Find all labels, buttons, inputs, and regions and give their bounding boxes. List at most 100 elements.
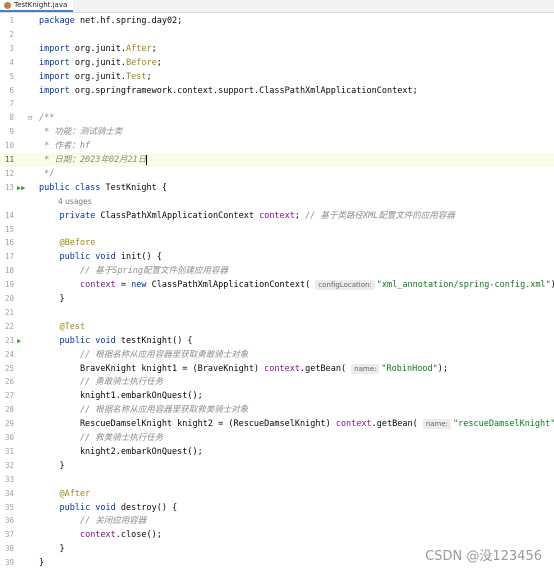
- line-number: 10: [4, 141, 14, 151]
- usages-hint[interactable]: 4 usages: [58, 195, 92, 209]
- code-line[interactable]: 31 knight2.embarkOnQuest();: [0, 445, 554, 459]
- code-text: knight2.embarkOnQuest();: [39, 446, 203, 457]
- line-number: 32: [4, 460, 14, 470]
- code-line[interactable]: 34 @After: [0, 487, 554, 501]
- line-number: 18: [4, 266, 14, 276]
- code-line[interactable]: 18 // 基于Spring配置文件创建应用容器: [0, 264, 554, 278]
- line-number: 33: [4, 474, 14, 484]
- line-number: 25: [4, 363, 14, 373]
- line-number: 39: [4, 558, 14, 568]
- tab-testknight-java[interactable]: TestKnight.java: [0, 0, 74, 12]
- code-line[interactable]: 4 import org.junit.Before;: [0, 56, 554, 70]
- code-line[interactable]: 7: [0, 97, 554, 111]
- line-number: 23: [4, 335, 14, 345]
- code-line[interactable]: 16 @Before: [0, 236, 554, 250]
- line-number: 16: [4, 238, 14, 248]
- code-line[interactable]: 4 usages: [0, 195, 554, 209]
- line-number: 13: [4, 182, 14, 192]
- code-text: context = new ClassPathXmlApplicationCon…: [79, 280, 554, 291]
- line-number: 6: [9, 85, 14, 95]
- code-line[interactable]: 36 // 关闭应用容器: [0, 514, 554, 528]
- code-line[interactable]: 9 * 功能：测试骑士类: [0, 125, 554, 139]
- code-line[interactable]: 22 @Test: [0, 320, 554, 334]
- code-line[interactable]: 14 private ClassPathXmlApplicationContex…: [0, 209, 554, 223]
- run-test-icon[interactable]: ▶: [17, 334, 21, 348]
- line-number: 21: [4, 307, 14, 317]
- code-line[interactable]: 27 knight1.embarkOnQuest();: [0, 389, 554, 403]
- code-line[interactable]: 1 package net.hf.spring.day02;: [0, 14, 554, 28]
- code-text: RescueDamselKnight knight2 = (RescueDams…: [39, 419, 554, 430]
- code-line[interactable]: 6 import org.springframework.context.supp…: [0, 84, 554, 98]
- java-class-icon: [4, 1, 11, 9]
- line-number: 28: [4, 405, 14, 415]
- code-text: // 救美骑士执行任务: [79, 433, 164, 443]
- code-line[interactable]: 30 // 救美骑士执行任务: [0, 431, 554, 445]
- code-text: @Test: [59, 321, 86, 332]
- code-line[interactable]: 37 context.close();: [0, 528, 554, 542]
- code-text: public void init() {: [59, 252, 162, 263]
- code-text: private ClassPathXmlApplicationContext c…: [59, 210, 455, 221]
- code-text: * 日期：2023年02月21日: [39, 154, 148, 165]
- line-number: 15: [4, 224, 14, 234]
- code-text: }: [39, 460, 65, 471]
- code-line[interactable]: 20 }: [0, 292, 554, 306]
- line-number: 27: [4, 391, 14, 401]
- code-line[interactable]: 17 public void init() {: [0, 250, 554, 264]
- line-number: 14: [4, 210, 14, 220]
- line-number: 17: [4, 252, 14, 262]
- code-text: @After: [59, 488, 91, 499]
- code-line[interactable]: 2: [0, 28, 554, 42]
- code-text: public class TestKnight {: [39, 182, 167, 193]
- code-line[interactable]: 15: [0, 223, 554, 237]
- code-line[interactable]: 29 RescueDamselKnight knight2 = (RescueD…: [0, 417, 554, 431]
- code-line[interactable]: 5 import org.junit.Test;: [0, 70, 554, 84]
- code-text: import org.junit.Before;: [39, 57, 162, 68]
- code-text: package net.hf.spring.day02;: [39, 16, 183, 26]
- line-number: 8: [9, 113, 14, 123]
- code-text: BraveKnight knight1 = (BraveKnight) cont…: [39, 363, 448, 374]
- tab-label: TestKnight.java: [14, 1, 68, 9]
- code-line[interactable]: 32 }: [0, 459, 554, 473]
- code-line[interactable]: 8 /** ⊟: [0, 111, 554, 125]
- code-line[interactable]: 24 // 根据名称从应用容器里获取勇敢骑士对象: [0, 348, 554, 362]
- code-line[interactable]: 19 context = new ClassPathXmlApplication…: [0, 278, 554, 292]
- code-line[interactable]: 11 * 日期：2023年02月21日: [0, 153, 554, 167]
- code-text: import org.springframework.context.suppo…: [39, 85, 418, 96]
- code-text: import org.junit.After;: [39, 43, 157, 54]
- code-text: }: [39, 294, 65, 304]
- run-test-icon[interactable]: ▶▶: [17, 181, 25, 195]
- code-text: public void testKnight() {: [59, 335, 193, 346]
- fold-icon[interactable]: ⊟: [28, 111, 32, 125]
- line-number: 24: [4, 349, 14, 359]
- code-line[interactable]: 35 public void destroy() {: [0, 501, 554, 515]
- code-line[interactable]: 26 // 勇敢骑士执行任务: [0, 375, 554, 389]
- line-number: 38: [4, 544, 14, 554]
- code-text: * 功能：测试骑士类: [39, 127, 123, 138]
- line-number: 20: [4, 294, 14, 303]
- line-number: 36: [4, 516, 14, 526]
- code-text: // 根据名称从应用容器里获取救美骑士对象: [79, 405, 249, 416]
- editor-tab-bar: TestKnight.java: [0, 0, 554, 13]
- line-number: 12: [4, 168, 14, 178]
- code-text: public void destroy() {: [59, 502, 178, 513]
- code-text: @Before: [59, 238, 96, 249]
- code-line[interactable]: 12 */: [0, 167, 554, 181]
- code-text: // 关闭应用容器: [79, 516, 147, 527]
- line-number: 2: [9, 29, 14, 39]
- line-number: 30: [4, 433, 14, 442]
- code-text: // 根据名称从应用容器里获取勇敢骑士对象: [79, 349, 249, 360]
- code-line[interactable]: 3 import org.junit.After;: [0, 42, 554, 56]
- code-text: */: [39, 168, 55, 179]
- code-line[interactable]: 28 // 根据名称从应用容器里获取救美骑士对象: [0, 403, 554, 417]
- line-number: 1: [9, 16, 14, 25]
- code-line[interactable]: 23 public void testKnight() { ▶: [0, 334, 554, 348]
- line-number: 31: [4, 446, 14, 456]
- code-line[interactable]: 13 public class TestKnight { ▶▶: [0, 181, 554, 195]
- code-line[interactable]: 10 * 作者：hf: [0, 139, 554, 153]
- code-line[interactable]: 33: [0, 473, 554, 487]
- code-line[interactable]: 25 BraveKnight knight1 = (BraveKnight) c…: [0, 362, 554, 376]
- line-number: 7: [9, 99, 14, 109]
- code-line[interactable]: 21: [0, 306, 554, 320]
- line-number: 37: [4, 530, 14, 540]
- watermark: CSDN @没123456: [425, 549, 542, 564]
